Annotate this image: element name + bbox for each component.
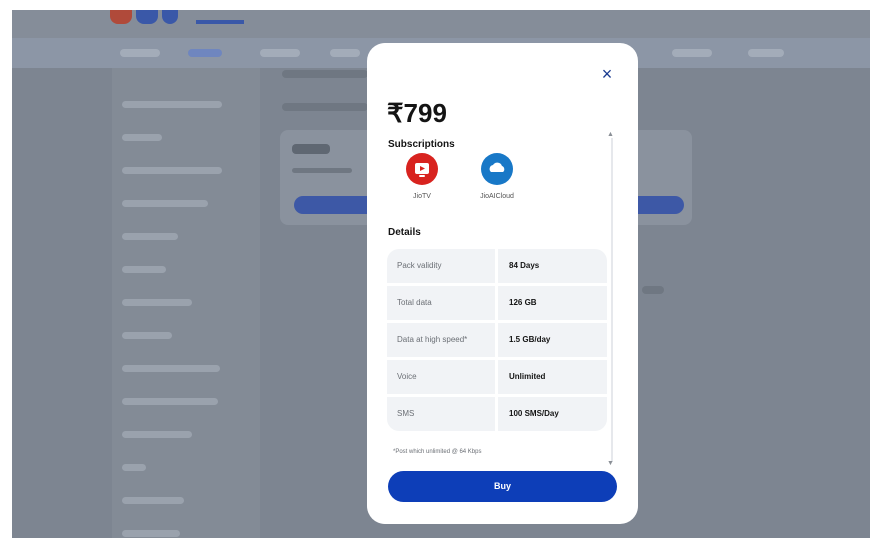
background-heading bbox=[282, 103, 368, 111]
background-sidebar-item bbox=[122, 530, 180, 537]
divider bbox=[495, 360, 498, 394]
background-sidebar-item bbox=[122, 332, 172, 339]
background-nav-item bbox=[260, 49, 300, 57]
scroll-down-arrow-icon[interactable]: ▼ bbox=[607, 460, 614, 467]
divider bbox=[495, 323, 498, 357]
background-sidebar-item bbox=[122, 266, 166, 273]
details-label: SMS bbox=[397, 409, 415, 418]
details-table: Pack validity 84 Days Total data 126 GB … bbox=[387, 249, 607, 431]
background-card-line bbox=[292, 144, 330, 154]
background-nav-item bbox=[120, 49, 160, 57]
subscription-label-jiotv: JioTV bbox=[413, 193, 431, 200]
background-heading bbox=[282, 70, 368, 78]
details-value: 84 Days bbox=[509, 261, 540, 270]
details-value: 126 GB bbox=[509, 298, 537, 307]
jiotv-icon bbox=[406, 153, 438, 185]
background-sidebar-item bbox=[122, 134, 162, 141]
background-sidebar-item bbox=[122, 200, 208, 207]
divider bbox=[495, 286, 498, 320]
details-label: Pack validity bbox=[397, 261, 442, 270]
details-row-pack-validity: Pack validity 84 Days bbox=[387, 249, 607, 283]
subscriptions-heading: Subscriptions bbox=[388, 139, 455, 150]
scrollbar[interactable] bbox=[611, 138, 613, 462]
background-logo bbox=[110, 10, 132, 24]
background-sidebar-item bbox=[122, 365, 220, 372]
background-underline bbox=[196, 20, 244, 24]
subscription-label-jioaicloud: JioAICloud bbox=[480, 193, 514, 200]
background-sidebar-item bbox=[122, 299, 192, 306]
data-footnote: *Post which unlimited @ 64 Kbps bbox=[393, 449, 482, 455]
background-nav-item bbox=[672, 49, 712, 57]
details-heading: Details bbox=[388, 227, 421, 238]
details-value: 1.5 GB/day bbox=[509, 335, 551, 344]
background-nav-item bbox=[330, 49, 360, 57]
background-sidebar-item bbox=[122, 233, 178, 240]
background-sidebar-item bbox=[122, 101, 222, 108]
background-card-line bbox=[292, 168, 352, 173]
details-value: 100 SMS/Day bbox=[509, 409, 559, 418]
background-sidebar bbox=[112, 68, 260, 538]
jioaicloud-icon bbox=[481, 153, 513, 185]
details-row-total-data: Total data 126 GB bbox=[387, 286, 607, 320]
background-sidebar-item bbox=[122, 497, 184, 504]
scroll-up-arrow-icon[interactable]: ▲ bbox=[607, 131, 614, 138]
background-nav-item bbox=[748, 49, 784, 57]
details-row-voice: Voice Unlimited bbox=[387, 360, 607, 394]
background-header bbox=[12, 10, 870, 38]
background-nav-item bbox=[188, 49, 222, 57]
details-label: Total data bbox=[397, 298, 432, 307]
buy-button[interactable]: Buy bbox=[388, 471, 617, 502]
plan-price: ₹799 bbox=[387, 98, 447, 128]
background-logo-part bbox=[162, 10, 178, 24]
divider bbox=[495, 397, 498, 431]
divider bbox=[495, 249, 498, 283]
background-sidebar-item bbox=[122, 398, 218, 405]
background-sidebar-item bbox=[122, 167, 222, 174]
details-label: Data at high speed* bbox=[397, 335, 468, 344]
background-text bbox=[642, 286, 664, 294]
background-sidebar-item bbox=[122, 431, 192, 438]
details-value: Unlimited bbox=[509, 372, 546, 381]
close-icon[interactable]: × bbox=[597, 64, 617, 84]
details-row-high-speed: Data at high speed* 1.5 GB/day bbox=[387, 323, 607, 357]
details-row-sms: SMS 100 SMS/Day bbox=[387, 397, 607, 431]
background-sidebar-item bbox=[122, 464, 146, 471]
background-logo-part bbox=[136, 10, 158, 24]
details-label: Voice bbox=[397, 372, 417, 381]
